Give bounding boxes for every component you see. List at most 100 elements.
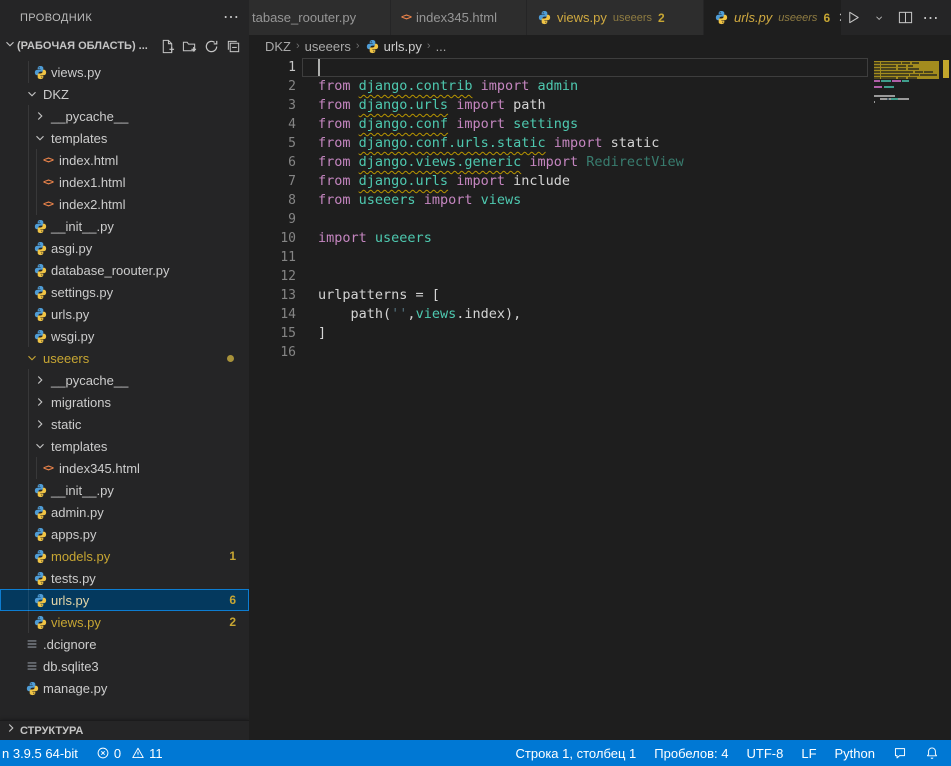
tree-item[interactable]: apps.py	[0, 523, 249, 545]
tab-label: views.py	[557, 10, 607, 25]
tree-folder[interactable]: migrations	[0, 391, 249, 413]
minimap[interactable]	[873, 58, 941, 178]
minimap-code-mark	[908, 77, 918, 79]
error-icon	[96, 746, 110, 760]
explorer-more-icon[interactable]: ⋯	[223, 13, 239, 23]
language-mode[interactable]: Python	[835, 746, 875, 761]
code-token: import	[529, 154, 578, 170]
code-token: import	[554, 135, 603, 151]
tree-folder[interactable]: __pycache__	[0, 105, 249, 127]
tree-folder[interactable]: templates	[0, 435, 249, 457]
more-icon[interactable]: ⋯	[920, 7, 942, 29]
run-icon[interactable]	[842, 7, 864, 29]
split-editor-icon[interactable]	[894, 7, 916, 29]
python-interpreter[interactable]: n 3.9.5 64-bit	[2, 746, 78, 761]
chevron-down-icon[interactable]	[868, 7, 890, 29]
bell-icon[interactable]	[925, 746, 939, 760]
eol[interactable]: LF	[801, 746, 816, 761]
code-token: import	[456, 116, 505, 132]
line-number: 4	[249, 117, 296, 132]
indent-guide	[28, 237, 29, 259]
tree-item[interactable]: settings.py	[0, 281, 249, 303]
tree-item-label: views.py	[51, 65, 101, 80]
tree-item-label: __init__.py	[51, 219, 114, 234]
indentation[interactable]: Пробелов: 4	[654, 746, 728, 761]
minimap-code-mark	[881, 77, 896, 79]
file-icon	[24, 658, 40, 674]
tree-item[interactable]: <>index.html	[0, 149, 249, 171]
tab-tabase_roouter.py[interactable]: tabase_roouter.py	[249, 0, 391, 35]
breadcrumb-separator-icon: ›	[356, 40, 360, 52]
tree-item[interactable]: <>index2.html	[0, 193, 249, 215]
chevron-right-icon[interactable]	[4, 721, 18, 740]
minimap-code-mark	[874, 86, 882, 88]
tree-item[interactable]: tests.py	[0, 567, 249, 589]
editor-area: tabase_roouter.py<>index345.htmlviews.py…	[249, 0, 951, 740]
tree-item[interactable]: wsgi.py	[0, 325, 249, 347]
new-file-icon[interactable]	[160, 39, 175, 54]
code-editor[interactable]: 12from django.contrib import admin3from …	[249, 57, 951, 740]
feedback-icon[interactable]	[893, 746, 907, 760]
tree-item[interactable]: views.py	[0, 61, 249, 83]
chevron-down-icon	[32, 438, 48, 454]
chevron-right-icon	[32, 416, 48, 432]
tree-item[interactable]: manage.py	[0, 677, 249, 699]
tree-item[interactable]: __init__.py	[0, 479, 249, 501]
tree-item-label: static	[51, 417, 81, 432]
line-number: 5	[249, 136, 296, 151]
tree-folder[interactable]: templates	[0, 127, 249, 149]
tab-problems-badge: 6	[823, 11, 830, 25]
tree-item-label: urls.py	[51, 593, 89, 608]
refresh-icon[interactable]	[204, 39, 219, 54]
breadcrumb-label: urls.py	[384, 39, 422, 54]
tree-folder[interactable]: __pycache__	[0, 369, 249, 391]
breadcrumb-item[interactable]: urls.py	[365, 39, 422, 54]
tree-item[interactable]: admin.py	[0, 501, 249, 523]
outline-section-header[interactable]: СТРУКТУРА	[0, 720, 249, 740]
problems-badge: 2	[229, 615, 236, 629]
tree-item[interactable]: urls.py	[0, 303, 249, 325]
new-folder-icon[interactable]	[182, 39, 197, 54]
outline-section-label: СТРУКТУРА	[20, 725, 83, 737]
tree-folder[interactable]: useeers	[0, 347, 249, 369]
tree-item[interactable]: database_roouter.py	[0, 259, 249, 281]
tree-item[interactable]: models.py1	[0, 545, 249, 567]
code-line: 15]	[249, 324, 868, 343]
indent-guide	[36, 149, 37, 171]
tree-item[interactable]: <>index345.html	[0, 457, 249, 479]
cursor-position[interactable]: Строка 1, столбец 1	[516, 746, 637, 761]
minimap-code-mark	[874, 95, 895, 97]
tab-views.py[interactable]: views.pyuseeers2	[527, 0, 704, 35]
tree-item-label: tests.py	[51, 571, 96, 586]
chevron-down-icon[interactable]	[3, 37, 17, 56]
tab-description: useeers	[778, 12, 817, 24]
code-token	[351, 154, 359, 170]
breadcrumb-label: useeers	[305, 39, 351, 54]
breadcrumb-item[interactable]: DKZ	[265, 39, 291, 54]
workspace-section-header[interactable]: (РАБОЧАЯ ОБЛАСТЬ) ...	[0, 35, 249, 57]
tree-item[interactable]: db.sqlite3	[0, 655, 249, 677]
collapse-all-icon[interactable]	[226, 39, 241, 54]
file-tree: views.pyDKZ__pycache__templates<>index.h…	[0, 61, 249, 699]
tab-index345.html[interactable]: <>index345.html	[391, 0, 527, 35]
tree-item[interactable]: urls.py6	[0, 589, 249, 611]
tree-item[interactable]: <>index1.html	[0, 171, 249, 193]
encoding[interactable]: UTF-8	[747, 746, 784, 761]
breadcrumb-item[interactable]: ...	[436, 39, 447, 54]
tab-urls.py[interactable]: urls.pyuseeers6✕	[704, 0, 842, 35]
tree-item-label: views.py	[51, 615, 101, 630]
tree-folder[interactable]: static	[0, 413, 249, 435]
python-file-icon	[32, 548, 48, 564]
tree-item[interactable]: __init__.py	[0, 215, 249, 237]
problems[interactable]: 011	[96, 746, 163, 761]
tree-item[interactable]: asgi.py	[0, 237, 249, 259]
tree-item[interactable]: .dcignore	[0, 633, 249, 655]
tree-item-label: __init__.py	[51, 483, 114, 498]
code-token: views	[416, 306, 457, 322]
tree-folder[interactable]: DKZ	[0, 83, 249, 105]
tree-item[interactable]: views.py 2	[0, 611, 249, 633]
breadcrumb-item[interactable]: useeers	[305, 39, 351, 54]
code-line-text	[302, 58, 868, 77]
code-token	[351, 192, 359, 208]
code-line: 6from django.views.generic import Redire…	[249, 153, 868, 172]
